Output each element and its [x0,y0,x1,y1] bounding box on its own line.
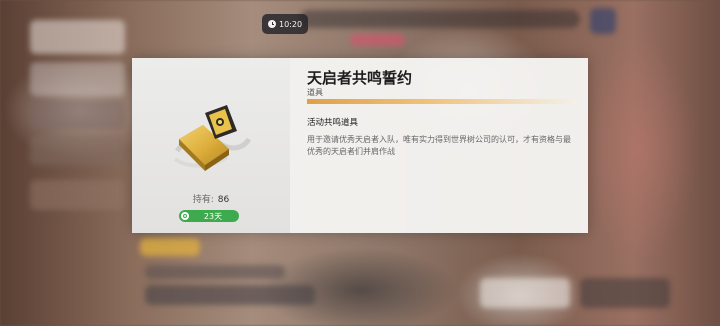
item-title: 天启者共鸣誓约 [307,69,413,87]
item-info-panel: 天启者共鸣誓约 道具 活动共鸣道具 用于邀请优秀天启者入队，唯有实力得到世界树公… [290,58,588,233]
background-menu-item [30,20,125,54]
item-preview-panel: 持有: 86 23天 [132,58,290,233]
time-text: 10:20 [279,19,303,29]
owned-count: 持有: 86 [132,192,290,205]
owned-label: 持有: [192,195,214,205]
background-bar [145,265,285,279]
rarity-bar [307,99,577,104]
owned-number: 86 [217,195,230,205]
background-menu-item [30,62,125,96]
background-button [140,238,200,256]
clock-icon [268,20,276,28]
duration-badge: 23天 [179,210,239,222]
background-button [480,278,570,308]
background-bar [145,285,315,305]
game-screen: 10:20 持有: 86 23天 天启者共鸣誓约 道具 活动共鸣道具 用于邀请优… [0,0,720,326]
item-description: 用于邀请优秀天启者入队，唯有实力得到世界树公司的认可，才有资格与最优秀的天启者们… [307,135,571,156]
background-button [580,278,670,308]
item-category: 活动共鸣道具 [307,118,359,128]
background-tag [350,34,405,46]
background-menu-item [30,180,125,210]
item-type: 道具 [307,88,323,97]
background-menu-item [30,100,125,130]
time-indicator: 10:20 [262,14,309,34]
item-detail-dialog[interactable]: 持有: 86 23天 天启者共鸣誓约 道具 活动共鸣道具 用于邀请优秀天启者入队，… [132,58,588,233]
background-icon [590,8,616,34]
background-menu-item [30,135,125,165]
timer-icon [181,212,189,220]
background-currency-bar [300,10,580,28]
duration-text: 23天 [203,211,223,221]
gold-card-icon [173,105,252,171]
